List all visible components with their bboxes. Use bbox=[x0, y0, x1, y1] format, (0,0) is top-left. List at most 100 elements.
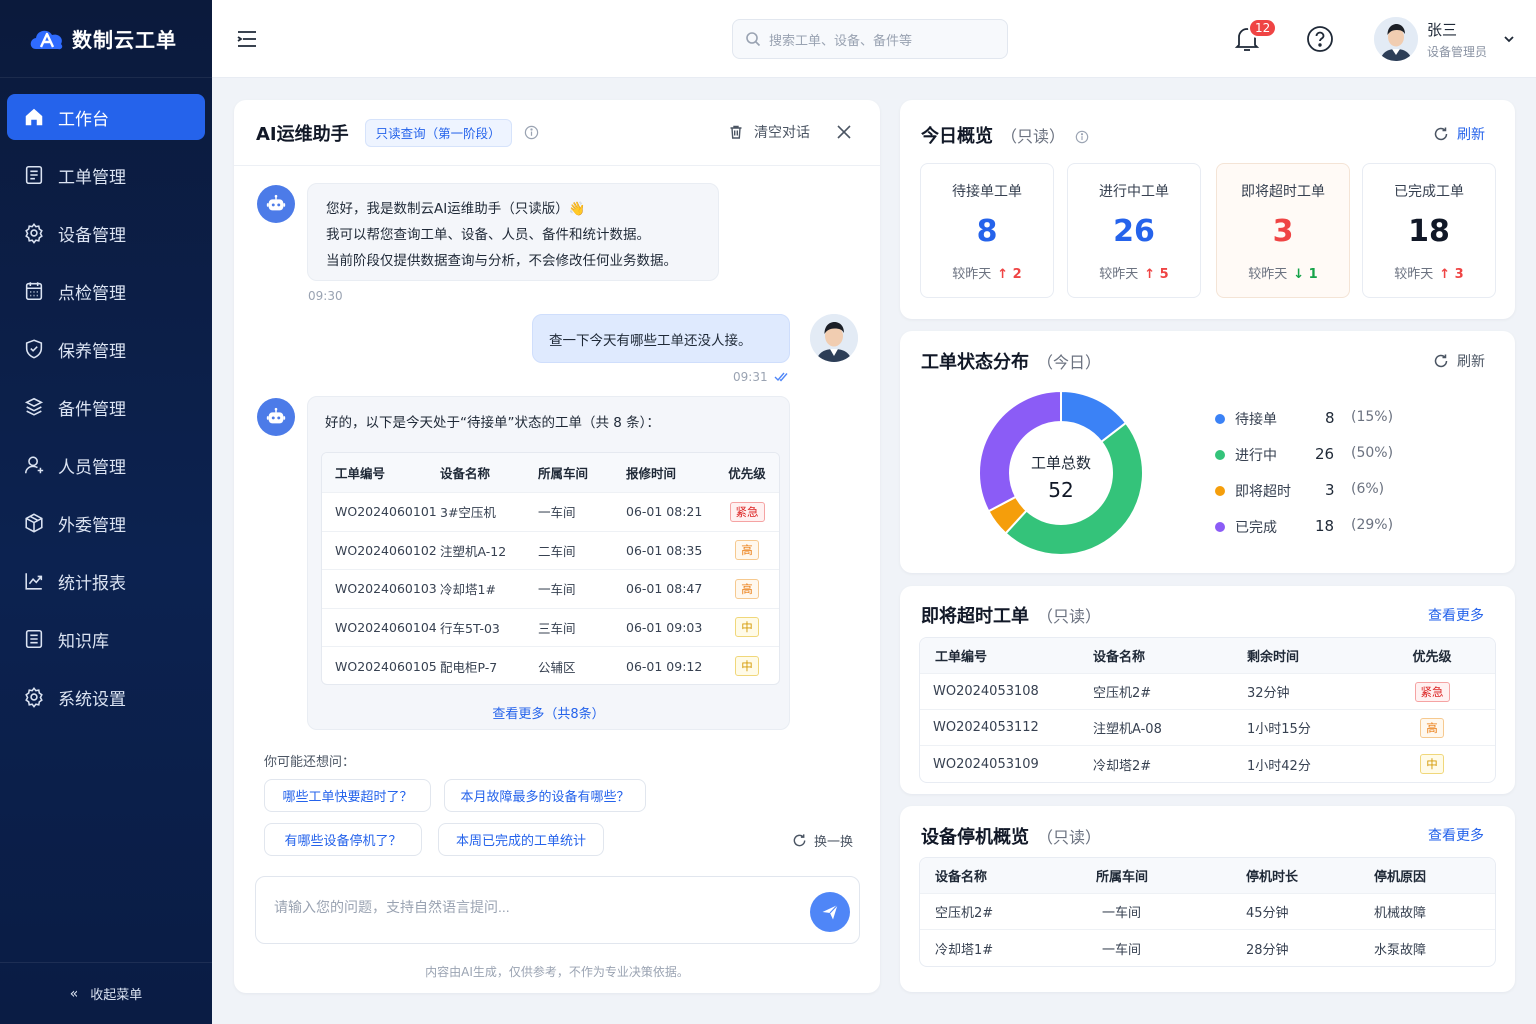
stat-label: 已完成工单 bbox=[1394, 184, 1464, 200]
shield-check-icon bbox=[23, 338, 45, 360]
sidebar-item-reports[interactable]: 统计报表 bbox=[7, 558, 205, 604]
send-button[interactable] bbox=[810, 892, 850, 932]
stat-card-pending[interactable]: 待接单工单 8 较昨天 ↑ 2 bbox=[920, 163, 1054, 298]
document-icon bbox=[23, 164, 45, 186]
downtime-sub: （只读） bbox=[1037, 828, 1102, 847]
suggestion-chip[interactable]: 哪些工单快要超时了？ bbox=[264, 779, 431, 812]
sidebar-item-knowledge[interactable]: 知识库 bbox=[7, 616, 205, 662]
table-row[interactable]: WO2024060105 配电柜P-7 公辅区 06-01 09:12 中 bbox=[322, 647, 779, 684]
stat-compare: 较昨天 ↓ 1 bbox=[1217, 263, 1349, 282]
box-icon bbox=[23, 396, 45, 418]
chevron-down-icon[interactable] bbox=[1502, 32, 1516, 46]
remaining-time: 1小时15分 bbox=[1247, 722, 1311, 737]
view-more-link[interactable]: 查看更多 bbox=[1428, 825, 1484, 845]
stat-card-overdue-soon[interactable]: 即将超时工单 3 较昨天 ↓ 1 bbox=[1216, 163, 1350, 298]
distribution-refresh-button[interactable]: 刷新 bbox=[1433, 351, 1485, 371]
donut-slice-2[interactable] bbox=[1004, 421, 1144, 556]
table-row[interactable]: WO2024053112 注塑机A-08 1小时15分 高 bbox=[920, 710, 1495, 746]
overview-refresh-button[interactable]: 刷新 bbox=[1433, 124, 1485, 144]
help-icon[interactable] bbox=[1306, 25, 1334, 53]
legend-item[interactable]: 已完成 18 (29%) bbox=[1214, 517, 1434, 553]
legend-item[interactable]: 进行中 26 (50%) bbox=[1214, 445, 1434, 481]
sidebar-item-label: 备件管理 bbox=[58, 399, 126, 420]
clear-chat-button[interactable]: 清空对话 bbox=[728, 122, 810, 142]
search-input[interactable]: 搜索工单、设备、备件等 bbox=[769, 30, 912, 49]
sidebar-item-spare-parts[interactable]: 备件管理 bbox=[7, 384, 205, 430]
logo-icon bbox=[30, 30, 63, 49]
chat-input[interactable] bbox=[274, 887, 794, 927]
chat-input-box bbox=[255, 876, 860, 944]
table-row[interactable]: 冷却塔1# 一车间 28分钟 水泵故障 bbox=[920, 930, 1495, 966]
stat-card-in-progress[interactable]: 进行中工单 26 较昨天 ↑ 5 bbox=[1067, 163, 1201, 298]
close-icon[interactable] bbox=[836, 124, 852, 140]
legend-value: 3 bbox=[1325, 481, 1335, 499]
suggestions-title: 你可能还想问： bbox=[264, 755, 356, 770]
workshop: 一车间 bbox=[1102, 906, 1142, 921]
table-row[interactable]: 空压机2# 一车间 45分钟 机械故障 bbox=[920, 894, 1495, 930]
compare-delta: ↓ 1 bbox=[1293, 267, 1318, 282]
compare-delta: ↑ 2 bbox=[997, 267, 1022, 282]
view-more-link[interactable]: 查看更多（共8条） bbox=[308, 703, 789, 722]
sidebar-item-work-orders[interactable]: 工单管理 bbox=[7, 152, 205, 198]
suggestion-chip[interactable]: 本月故障最多的设备有哪些？ bbox=[444, 779, 646, 812]
table-row[interactable]: WO2024060102 注塑机A-12 二车间 06-01 08:35 高 bbox=[322, 532, 779, 570]
table-header: 工单编号 设备名称 所属车间 报修时间 优先级 bbox=[322, 453, 779, 493]
table-row[interactable]: WO2024060101 3#空压机 一车间 06-01 08:21 紧急 bbox=[322, 493, 779, 532]
legend-dot bbox=[1215, 414, 1225, 424]
user-message: 查一下今天有哪些工单还没人接。 bbox=[532, 314, 790, 363]
app-logo[interactable]: 数制云工单 bbox=[0, 0, 212, 78]
chat-header: AI运维助手 只读查询（第一阶段） 清空对话 bbox=[234, 100, 880, 166]
sidebar-item-workbench[interactable]: 工作台 bbox=[7, 94, 205, 140]
workshop: 一车间 bbox=[1102, 942, 1142, 958]
sidebar-item-devices[interactable]: 设备管理 bbox=[7, 210, 205, 256]
legend-percent: (6%) bbox=[1351, 481, 1385, 497]
report-time: 06-01 09:12 bbox=[626, 658, 703, 674]
report-time: 06-01 08:47 bbox=[626, 581, 703, 597]
sidebar-item-outsourcing[interactable]: 外委管理 bbox=[7, 500, 205, 546]
send-icon bbox=[822, 904, 838, 920]
priority-badge: 中 bbox=[1420, 754, 1444, 774]
device-name: 冷却塔2# bbox=[1093, 758, 1152, 774]
table-row[interactable]: WO2024053108 空压机2# 32分钟 紧急 bbox=[920, 674, 1495, 710]
table-row[interactable]: WO2024053109 冷却塔2# 1小时42分 中 bbox=[920, 746, 1495, 782]
column-header: 报修时间 bbox=[626, 466, 677, 481]
collapse-menu-button[interactable]: « 收起菜单 bbox=[0, 962, 212, 1024]
sidebar-item-settings[interactable]: 系统设置 bbox=[7, 674, 205, 720]
pending-orders-table: 工单编号 设备名称 所属车间 报修时间 优先级 WO2024060101 3#空… bbox=[321, 452, 780, 685]
device-name: 冷却塔1# bbox=[935, 942, 994, 958]
package-icon bbox=[23, 512, 45, 534]
info-icon[interactable] bbox=[1075, 130, 1089, 144]
legend-item[interactable]: 即将超时 3 (6%) bbox=[1214, 481, 1434, 517]
menu-toggle-icon[interactable] bbox=[236, 28, 258, 50]
sidebar-item-personnel[interactable]: 人员管理 bbox=[7, 442, 205, 488]
sidebar-item-inspection[interactable]: 点检管理 bbox=[7, 268, 205, 314]
workshop: 一车间 bbox=[538, 505, 576, 521]
overdue-soon-table: 工单编号 设备名称 剩余时间 优先级 WO2024053108 空压机2# 32… bbox=[919, 637, 1496, 783]
stat-compare: 较昨天 ↑ 2 bbox=[921, 263, 1053, 282]
user-avatar[interactable] bbox=[1374, 17, 1418, 61]
sidebar-item-label: 外委管理 bbox=[58, 515, 126, 536]
compare-label: 较昨天 bbox=[1248, 267, 1288, 282]
sidebar-item-maintenance[interactable]: 保养管理 bbox=[7, 326, 205, 372]
settings-icon bbox=[23, 686, 45, 708]
legend-item[interactable]: 待接单 8 (15%) bbox=[1214, 409, 1434, 445]
global-search[interactable]: 搜索工单、设备、备件等 bbox=[732, 19, 1008, 59]
shuffle-suggestions-button[interactable]: 换一换 bbox=[792, 831, 853, 850]
table-row[interactable]: WO2024060104 行车5T-03 三车间 06-01 09:03 中 bbox=[322, 609, 779, 647]
stat-card-completed[interactable]: 已完成工单 18 较昨天 ↑ 3 bbox=[1362, 163, 1496, 298]
refresh-icon bbox=[1434, 127, 1448, 141]
donut-center-label: 工单总数 bbox=[1031, 454, 1091, 472]
stat-label: 待接单工单 bbox=[952, 184, 1022, 200]
table-row[interactable]: WO2024060103 冷却塔1# 一车间 06-01 08:47 高 bbox=[322, 570, 779, 609]
sidebar: 数制云工单 工作台 工单管理 设备管理 点检管理 保养管理 备件管理 人员管理 … bbox=[0, 0, 212, 1024]
refresh-label: 刷新 bbox=[1457, 354, 1485, 370]
user-message-avatar bbox=[810, 314, 858, 362]
read-check-icon bbox=[774, 372, 788, 382]
suggestion-chip[interactable]: 有哪些设备停机了？ bbox=[264, 823, 422, 856]
report-time: 06-01 08:21 bbox=[626, 504, 703, 520]
suggestion-chip[interactable]: 本周已完成的工单统计 bbox=[438, 823, 604, 856]
order-id: WO2024060105 bbox=[335, 658, 437, 674]
info-icon[interactable] bbox=[524, 125, 539, 140]
message-time: 09:30 bbox=[308, 289, 343, 303]
view-more-link[interactable]: 查看更多 bbox=[1428, 605, 1484, 625]
